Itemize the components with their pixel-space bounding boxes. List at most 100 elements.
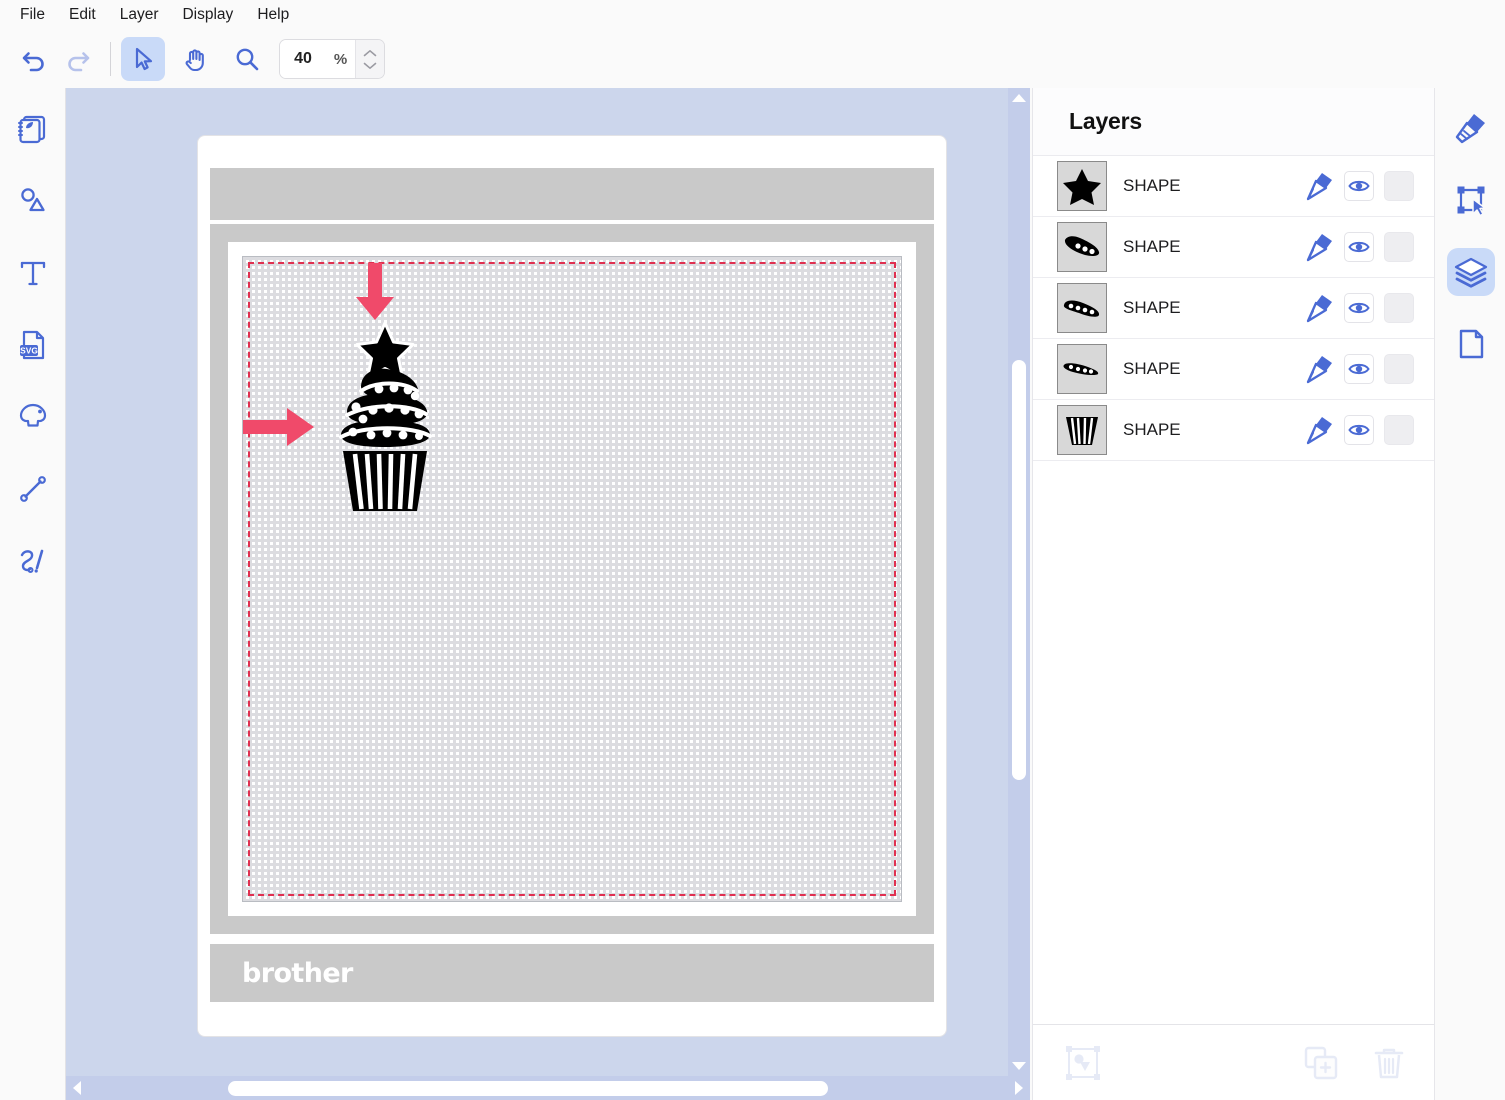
- pencil-edit-icon[interactable]: [1300, 415, 1334, 445]
- duplicate-layer-icon[interactable]: [1302, 1044, 1340, 1082]
- trace-image-button[interactable]: [10, 394, 56, 440]
- layer-row[interactable]: SHAPE: [1033, 339, 1434, 400]
- zoom-decrease-button[interactable]: [363, 62, 377, 70]
- scroll-up-arrow-icon: [1012, 94, 1026, 102]
- blank-toggle-box[interactable]: [1384, 293, 1414, 323]
- svg-text:SVG: SVG: [20, 346, 38, 356]
- layers-list[interactable]: SHAPE SHAPE SHAPE SHAPE SHAPE: [1033, 156, 1434, 1024]
- star-shape-thumb: [1057, 161, 1107, 211]
- text-tool-button[interactable]: [10, 250, 56, 296]
- cutting-mat: [210, 224, 934, 934]
- basic-shapes-button[interactable]: [10, 178, 56, 224]
- vertical-scroll-track[interactable]: [1008, 108, 1030, 1056]
- layer-label: SHAPE: [1123, 420, 1181, 439]
- layer-label: SHAPE: [1123, 298, 1181, 317]
- line-tool-button[interactable]: [10, 466, 56, 512]
- mat-bottom-bar: brother: [210, 944, 934, 1002]
- chevron-up-icon: [363, 49, 377, 56]
- text-tool-icon: [20, 261, 45, 286]
- zoom-level-control[interactable]: %: [279, 39, 385, 79]
- blank-toggle-box[interactable]: [1384, 171, 1414, 201]
- mat-top-bar: [210, 168, 934, 220]
- cupcake-artwork[interactable]: [323, 315, 447, 515]
- layer-label: SHAPE: [1123, 359, 1181, 378]
- pencil-edit-icon[interactable]: [1300, 171, 1334, 201]
- annotation-arrow-right: [243, 405, 315, 454]
- eye-visible-icon[interactable]: [1344, 354, 1374, 384]
- scroll-down-arrow-icon: [1012, 1062, 1026, 1070]
- select-tool-button[interactable]: [121, 37, 165, 81]
- layer-actions: [1300, 293, 1414, 323]
- menu-layer[interactable]: Layer: [108, 3, 171, 27]
- scroll-left-arrow[interactable]: [66, 1080, 88, 1096]
- zoom-tool-button[interactable]: [225, 37, 269, 81]
- scroll-up-arrow[interactable]: [1008, 88, 1030, 108]
- trace-image-icon: [19, 403, 46, 427]
- menu-bar: File Edit Layer Display Help: [0, 0, 1505, 30]
- pencil-edit-icon[interactable]: [1300, 293, 1334, 323]
- freehand-draw-button[interactable]: [10, 538, 56, 584]
- horizontal-scroll-track[interactable]: [88, 1076, 1008, 1100]
- vertical-scroll-thumb[interactable]: [1012, 360, 1026, 780]
- transform-select-icon: [1457, 186, 1486, 217]
- horizontal-scroll-thumb[interactable]: [228, 1081, 828, 1096]
- line-tool-icon: [19, 476, 46, 502]
- canvas-vertical-scrollbar[interactable]: [1008, 88, 1030, 1076]
- delete-layer-trash-icon[interactable]: [1370, 1044, 1408, 1082]
- canvas-horizontal-scrollbar[interactable]: [66, 1076, 1030, 1100]
- group-shapes-icon[interactable]: [1061, 1041, 1105, 1085]
- frosting-swirl-top-thumb: [1057, 222, 1107, 272]
- hand-pan-icon: [185, 49, 204, 72]
- undo-icon: [22, 52, 44, 72]
- properties-brush-button[interactable]: [1447, 104, 1495, 152]
- select-arrow-icon: [135, 47, 153, 71]
- redo-button[interactable]: [56, 37, 100, 81]
- scroll-down-arrow[interactable]: [1008, 1056, 1030, 1076]
- layer-row[interactable]: SHAPE: [1033, 400, 1434, 461]
- zoom-input[interactable]: [280, 40, 326, 78]
- eye-visible-icon[interactable]: [1344, 293, 1374, 323]
- menu-edit[interactable]: Edit: [57, 3, 108, 27]
- pencil-edit-icon[interactable]: [1300, 354, 1334, 384]
- eye-visible-icon[interactable]: [1344, 232, 1374, 262]
- zoom-stepper[interactable]: [354, 40, 384, 78]
- layer-row[interactable]: SHAPE: [1033, 217, 1434, 278]
- pencil-edit-icon[interactable]: [1300, 232, 1334, 262]
- layers-stack-button[interactable]: [1446, 248, 1495, 296]
- menu-file[interactable]: File: [8, 3, 57, 27]
- blank-toggle-box[interactable]: [1384, 354, 1414, 384]
- undo-button[interactable]: [12, 37, 56, 81]
- zoom-percent-label: %: [326, 40, 355, 78]
- layers-stack-icon: [1454, 257, 1487, 288]
- frosting-swirl-low-thumb: [1057, 344, 1107, 394]
- frosting-swirl-mid-thumb: [1057, 283, 1107, 333]
- mat-grid-area[interactable]: [242, 256, 902, 902]
- cupcake-shape-group: [339, 321, 432, 511]
- menu-help[interactable]: Help: [245, 3, 301, 27]
- layers-panel: Layers SHAPE SHAPE SHAPE SHAPE SHAPE: [1032, 88, 1435, 1100]
- mat-inner-white: [228, 242, 916, 916]
- brother-logo: brother: [242, 957, 353, 989]
- pattern-library-button[interactable]: [10, 106, 56, 152]
- toolbar-divider: [110, 42, 111, 76]
- pan-tool-button[interactable]: [173, 37, 217, 81]
- layer-label: SHAPE: [1123, 237, 1181, 256]
- transform-select-button[interactable]: [1447, 176, 1495, 224]
- layer-actions: [1300, 171, 1414, 201]
- page-document-button[interactable]: [1447, 320, 1495, 368]
- scroll-right-arrow[interactable]: [1008, 1080, 1030, 1096]
- arrow-down-icon: [356, 263, 394, 320]
- blank-toggle-box[interactable]: [1384, 232, 1414, 262]
- svg-import-button[interactable]: SVG: [10, 322, 56, 368]
- menu-display[interactable]: Display: [170, 3, 245, 27]
- layers-title: Layers: [1069, 108, 1142, 134]
- eye-visible-icon[interactable]: [1344, 171, 1374, 201]
- blank-toggle-box[interactable]: [1384, 415, 1414, 445]
- eye-visible-icon[interactable]: [1344, 415, 1374, 445]
- design-canvas[interactable]: brother: [66, 88, 1030, 1076]
- layer-row[interactable]: SHAPE: [1033, 156, 1434, 217]
- scroll-left-arrow-icon: [73, 1081, 81, 1095]
- layer-row[interactable]: SHAPE: [1033, 278, 1434, 339]
- zoom-increase-button[interactable]: [363, 49, 377, 57]
- page-sheet: brother: [198, 136, 946, 1036]
